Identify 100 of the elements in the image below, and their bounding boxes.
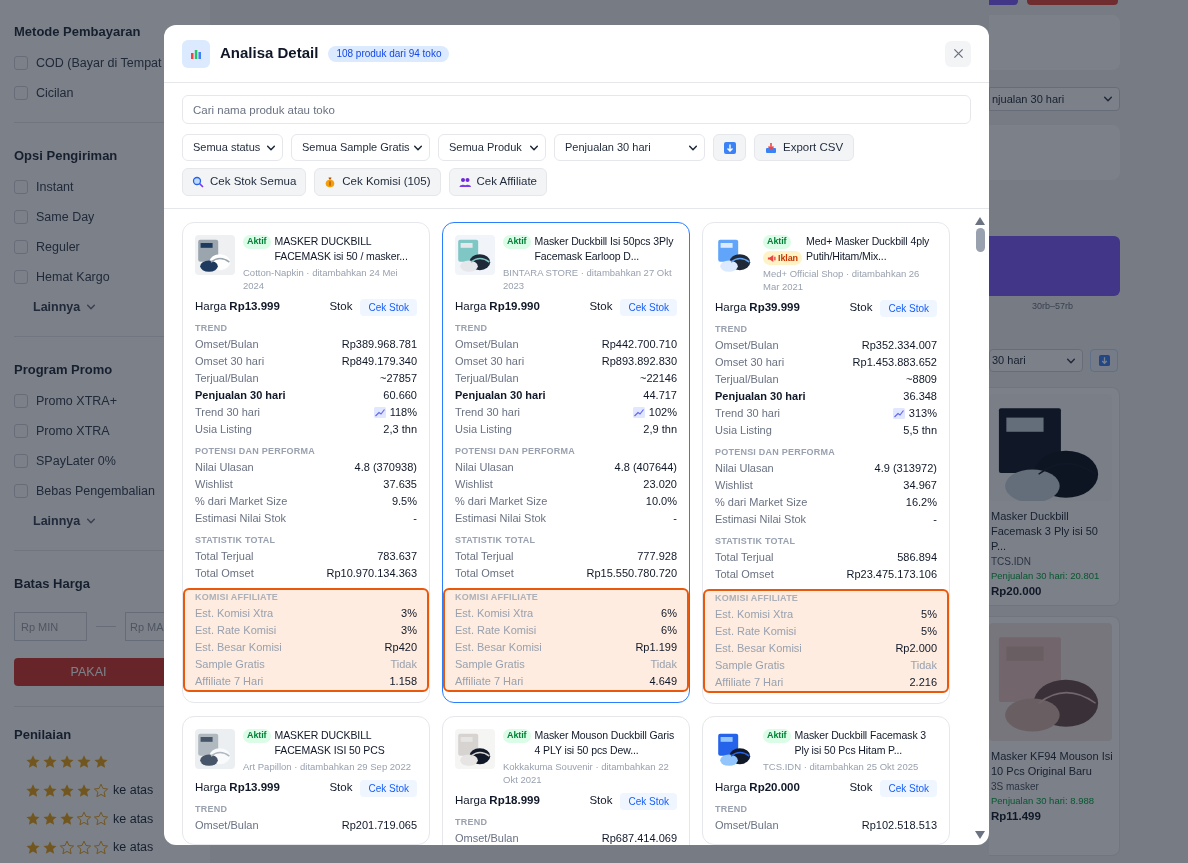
stat-value: Rp2.000 xyxy=(895,641,937,657)
status-badge: Aktif xyxy=(763,234,791,249)
filter-dropdown[interactable]: Semua Produk xyxy=(438,134,546,161)
search-field[interactable]: Cari nama produk atau toko xyxy=(182,95,971,124)
section-heading: TREND xyxy=(195,803,229,816)
product-card[interactable] xyxy=(442,222,690,703)
check-stock-button[interactable]: Cek Stok xyxy=(880,779,937,797)
stock-label: Stok xyxy=(589,299,613,315)
apply-button[interactable]: PAKAI xyxy=(14,658,164,686)
product-card[interactable]: Masker KF94 Mouson Isi 10 Pcs Original Baru 3S masker Penjualan 30 hari: 8.988 Rp11.499 xyxy=(989,616,1120,856)
toolbar-button[interactable] xyxy=(989,0,1018,5)
stat-label: Nilai Ulasan xyxy=(195,460,254,476)
product-title: MASKER DUCKBILL FACEMASK isi 50 / masker... xyxy=(274,234,409,264)
stat-value: 102% xyxy=(648,405,677,421)
stat-label: Est. Besar Komisi xyxy=(455,640,542,656)
more-button[interactable]: Lainnya xyxy=(14,292,196,322)
stat-value: 3% xyxy=(401,623,417,639)
section-heading: TREND xyxy=(715,323,749,336)
stat-value: 5% xyxy=(921,607,937,623)
product-price: Rp11.499 xyxy=(990,809,1042,824)
stat-label: Terjual/Bulan xyxy=(455,371,519,387)
stat-label: % dari Market Size xyxy=(195,494,288,510)
star-filled-icon xyxy=(59,782,75,799)
product-title: Masker KF94 Mouson Isi 10 Pcs Original Baru xyxy=(990,749,1114,779)
stat-label: Estimasi Nilai Stok xyxy=(715,512,807,528)
chart-icon xyxy=(182,39,210,68)
product-meta: BINTARA STORE · ditambahkan 27 Okt 2023 xyxy=(503,266,673,292)
stat-value: Rp23.475.173.106 xyxy=(846,567,937,583)
status-badge: Aktif xyxy=(503,234,531,249)
count-badge: 108 produk dari 94 toko xyxy=(328,45,450,62)
stat-label: Omset/Bulan xyxy=(715,818,779,834)
stock-label: Stok xyxy=(849,780,873,796)
product-meta: Art Papillon · ditambahkan 29 Sep 2022 xyxy=(243,760,412,773)
check-stock-button[interactable]: Cek Stok xyxy=(620,792,677,810)
price-label: Harga xyxy=(715,780,747,796)
more-button[interactable]: Lainnya xyxy=(14,506,196,536)
product-meta: Kokkakuma Souvenir · ditambahkan 22 Okt 2021 xyxy=(503,760,670,786)
stat-label: Omset/Bulan xyxy=(455,337,519,353)
download-button[interactable] xyxy=(1090,349,1118,372)
stat-label: Est. Rate Komisi xyxy=(715,624,797,640)
product-meta: TCS.IDN · ditambahkan 25 Okt 2025 xyxy=(763,760,920,773)
section-heading: KOMISI AFFILIATE xyxy=(455,591,540,604)
scrollbar-thumb[interactable] xyxy=(975,228,985,252)
action-button[interactable]: Cek Komisi (105) xyxy=(314,168,441,196)
scroll-up-button[interactable] xyxy=(974,215,986,227)
toolbar-button[interactable] xyxy=(1027,0,1118,5)
filter-dropdown[interactable]: Penjualan 30 hari xyxy=(554,134,705,161)
chevron-down-icon xyxy=(86,302,97,312)
stat-value: ~8809 xyxy=(906,372,937,388)
check-stock-button[interactable]: Cek Stok xyxy=(360,779,417,797)
option-label: Hemat Kargo xyxy=(36,268,110,286)
stat-label: Omset/Bulan xyxy=(455,831,519,845)
option-label: Promo XTRA+ xyxy=(36,392,117,410)
stat-label: Est. Besar Komisi xyxy=(715,641,802,657)
period-dropdown[interactable]: 30 hari xyxy=(989,349,1083,372)
stat-label: Estimasi Nilai Stok xyxy=(195,511,287,527)
stat-value: 44.717 xyxy=(643,388,677,404)
download-icon xyxy=(723,141,736,154)
people-icon xyxy=(458,176,471,188)
check-stock-button[interactable]: Cek Stok xyxy=(360,298,417,316)
filter-dropdown[interactable]: Semua Sample Gratis xyxy=(291,134,430,161)
section-heading: TREND xyxy=(195,322,229,335)
close-button[interactable] xyxy=(945,40,971,67)
stat-value: 3% xyxy=(401,606,417,622)
stat-value: 4.649 xyxy=(649,674,677,690)
option-label: COD (Bayar di Tempat xyxy=(36,54,162,72)
check-stock-button[interactable]: Cek Stok xyxy=(880,299,937,317)
action-button[interactable]: Cek Affiliate xyxy=(448,168,547,196)
product-card[interactable]: Aktif Masker Mouson Duckbill Garis 4 PLY isi 50 pcs Dew... Kokkakuma Souvenir · ditambahkan 22 Okt 2021 Harga Rp18.999 Stok Cek Stok TREND Omset/Bulan Rp687.414.069 xyxy=(442,716,690,845)
stat-value: 783.637 xyxy=(377,549,417,565)
check-stock-button[interactable]: Cek Stok xyxy=(620,298,677,316)
chevron-down-icon xyxy=(86,516,97,526)
product-card[interactable]: Masker Duckbill Facemask 3 Ply isi 50 P... TCS.IDN Penjualan 30 hari: 20.801 Rp20.000 xyxy=(989,387,1120,606)
price-label: Harga xyxy=(715,300,747,316)
stat-label: Nilai Ulasan xyxy=(715,461,774,477)
stat-label: Trend 30 hari xyxy=(455,405,521,421)
stat-label: Usia Listing xyxy=(195,422,252,438)
sort-order-button[interactable] xyxy=(713,134,746,161)
stat-value: 16.2% xyxy=(905,495,937,511)
option-label: Promo XTRA xyxy=(36,422,110,440)
price-label: Harga xyxy=(195,299,227,315)
sort-dropdown[interactable]: njualan 30 hari xyxy=(989,87,1120,111)
stat-value: 2.216 xyxy=(909,675,937,691)
action-button[interactable]: Cek Stok Semua xyxy=(182,168,307,196)
product-card[interactable]: Aktif Masker Duckbill Facemask 3 Ply isi 50 Pcs Hitam P... TCS.IDN · ditambahkan 25 Okt 2025 Harga Rp20.000 Stok Cek Stok TREND Omset/Bulan Rp102.518.513 xyxy=(702,716,950,845)
product-title: Masker Duckbill Isi 50pcs 3Ply Facemask Earloop D... xyxy=(534,234,675,264)
stat-label: Penjualan 30 hari xyxy=(455,388,546,404)
section-heading: STATISTIK TOTAL xyxy=(455,534,537,547)
product-card[interactable]: Aktif MASKER DUCKBILL FACEMASK ISI 50 PCS Art Papillon · ditambahkan 29 Sep 2022 Harga Rp13.999 Stok Cek Stok TREND Omset/Bulan Rp201.719.065 xyxy=(182,716,430,845)
export-button[interactable]: Export CSV xyxy=(754,134,855,161)
stat-label: Wishlist xyxy=(715,478,753,494)
scroll-down-button[interactable] xyxy=(974,829,986,841)
filter-dropdown[interactable]: Semua status xyxy=(182,134,283,161)
stat-label: Estimasi Nilai Stok xyxy=(455,511,547,527)
chevron-down-icon xyxy=(1103,94,1113,104)
status-badge: Aktif xyxy=(763,728,791,743)
stat-label: Total Terjual xyxy=(715,550,774,566)
stat-value: Rp201.719.065 xyxy=(341,818,417,834)
star-filled-icon xyxy=(25,839,41,856)
stat-value: Rp102.518.513 xyxy=(861,818,937,834)
